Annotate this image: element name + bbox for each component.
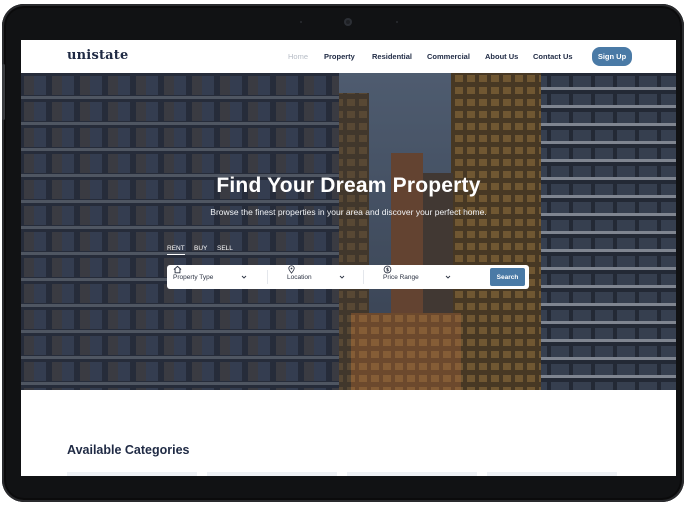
sign-up-button[interactable]: Sign Up: [592, 47, 632, 66]
tablet-frame: unistate Home Property Residential Comme…: [2, 4, 684, 502]
home-icon: [173, 265, 182, 274]
price-icon: [383, 265, 392, 274]
search-divider: [363, 270, 364, 284]
hero-background-image: [21, 73, 676, 390]
search-button[interactable]: Search: [490, 268, 525, 286]
nav-link-contact-us[interactable]: Contact Us: [533, 52, 573, 61]
property-search-bar: Property Type Location Price Range Searc…: [167, 265, 529, 289]
category-card[interactable]: [347, 472, 477, 476]
nav-link-home[interactable]: Home: [288, 52, 308, 61]
tab-buy[interactable]: BUY: [194, 245, 207, 252]
location-select[interactable]: Location: [287, 265, 367, 289]
tab-rent[interactable]: RENT: [167, 245, 185, 255]
property-type-label: Property Type: [173, 273, 214, 281]
search-divider: [267, 270, 268, 284]
browser-screen: unistate Home Property Residential Comme…: [21, 40, 676, 476]
chevron-down-icon: [445, 275, 451, 279]
tablet-sensor: [300, 21, 302, 23]
camera-icon: [344, 18, 352, 26]
category-card[interactable]: [67, 472, 197, 476]
chevron-down-icon: [339, 275, 345, 279]
hero-subtitle: Browse the finest properties in your are…: [210, 207, 487, 217]
top-navbar: unistate Home Property Residential Comme…: [21, 40, 676, 73]
hero-banner: Find Your Dream Property Browse the fine…: [21, 73, 676, 390]
category-card[interactable]: [207, 472, 337, 476]
price-range-label: Price Range: [383, 273, 419, 281]
chevron-down-icon: [241, 275, 247, 279]
tablet-sensor: [396, 21, 398, 23]
hero-title: Find Your Dream Property: [216, 174, 481, 197]
nav-link-commercial[interactable]: Commercial: [427, 52, 470, 61]
location-pin-icon: [288, 265, 295, 274]
tab-sell[interactable]: SELL: [217, 245, 233, 252]
nav-link-property[interactable]: Property: [324, 52, 355, 61]
location-label: Location: [287, 273, 312, 281]
nav-link-about-us[interactable]: About Us: [485, 52, 518, 61]
tablet-side-button: [2, 64, 5, 120]
category-card[interactable]: [487, 472, 617, 476]
property-type-select[interactable]: Property Type: [173, 265, 263, 289]
categories-heading: Available Categories: [67, 443, 190, 457]
price-range-select[interactable]: Price Range: [383, 265, 473, 289]
nav-link-residential[interactable]: Residential: [372, 52, 412, 61]
site-logo[interactable]: unistate: [67, 48, 128, 63]
